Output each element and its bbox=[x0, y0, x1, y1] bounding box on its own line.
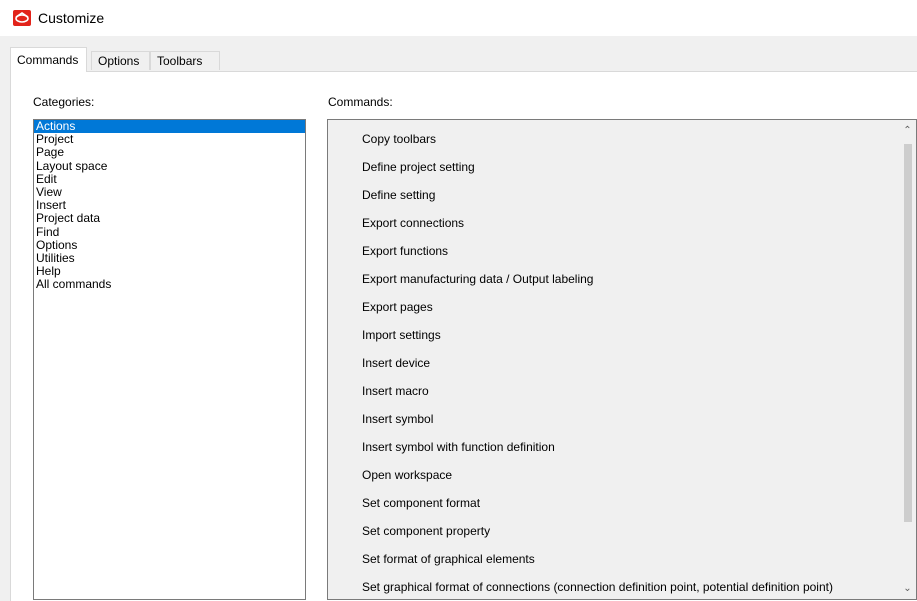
command-item[interactable]: Define project setting bbox=[362, 153, 475, 181]
scroll-thumb[interactable] bbox=[904, 144, 912, 522]
commands-scrollbar[interactable]: ⌃ ⌄ bbox=[899, 120, 916, 599]
category-item-utilities[interactable]: Utilities bbox=[34, 251, 305, 265]
command-item[interactable]: Export connections bbox=[362, 209, 464, 237]
command-item[interactable]: Insert device bbox=[362, 349, 430, 377]
category-item-all-commands[interactable]: All commands bbox=[34, 278, 305, 291]
commands-label: Commands: bbox=[328, 95, 393, 109]
tab-commands[interactable]: Commands bbox=[10, 47, 87, 72]
tab-strip: Commands Options Toolbars bbox=[10, 47, 910, 72]
window-title: Customize bbox=[38, 10, 105, 26]
category-item-page[interactable]: Page bbox=[34, 146, 305, 159]
command-item[interactable]: Set format of graphical elements bbox=[362, 545, 535, 573]
scroll-down-icon[interactable]: ⌄ bbox=[899, 580, 916, 597]
command-item[interactable]: Import settings bbox=[362, 321, 441, 349]
category-item-options[interactable]: Options bbox=[34, 238, 305, 252]
command-item[interactable]: Define setting bbox=[362, 181, 435, 209]
category-item-view[interactable]: View bbox=[34, 185, 305, 199]
category-item-actions[interactable]: Actions bbox=[34, 119, 305, 134]
command-item[interactable]: Insert symbol with function definition bbox=[362, 433, 555, 461]
categories-label: Categories: bbox=[33, 95, 95, 109]
scroll-up-icon[interactable]: ⌃ bbox=[899, 122, 916, 139]
tab-toolbars[interactable]: Toolbars bbox=[150, 51, 220, 70]
categories-list[interactable]: Actions Project Page Layout space Edit V… bbox=[33, 119, 306, 600]
category-item-project-data[interactable]: Project data bbox=[34, 212, 305, 225]
command-item[interactable]: Set graphical format of connections (con… bbox=[362, 573, 833, 599]
category-item-project[interactable]: Project bbox=[34, 133, 305, 146]
command-item[interactable]: Export functions bbox=[362, 237, 448, 265]
command-item[interactable]: Set component property bbox=[362, 517, 490, 545]
command-item[interactable]: Copy toolbars bbox=[362, 125, 436, 153]
category-item-layout-space[interactable]: Layout space bbox=[34, 159, 305, 173]
app-logo-icon bbox=[13, 10, 31, 26]
command-item[interactable]: Open workspace bbox=[362, 461, 452, 489]
title-bar: Customize bbox=[0, 0, 917, 36]
tab-options[interactable]: Options bbox=[91, 51, 150, 70]
command-item[interactable]: Export manufacturing data / Output label… bbox=[362, 265, 593, 293]
commands-list[interactable]: Copy toolbars Define project setting Def… bbox=[327, 119, 917, 600]
command-item[interactable]: Insert macro bbox=[362, 377, 429, 405]
command-item[interactable]: Set component format bbox=[362, 489, 480, 517]
command-item[interactable]: Export pages bbox=[362, 293, 433, 321]
command-item[interactable]: Insert symbol bbox=[362, 405, 433, 433]
category-item-edit[interactable]: Edit bbox=[34, 172, 305, 186]
category-item-find[interactable]: Find bbox=[34, 225, 305, 239]
